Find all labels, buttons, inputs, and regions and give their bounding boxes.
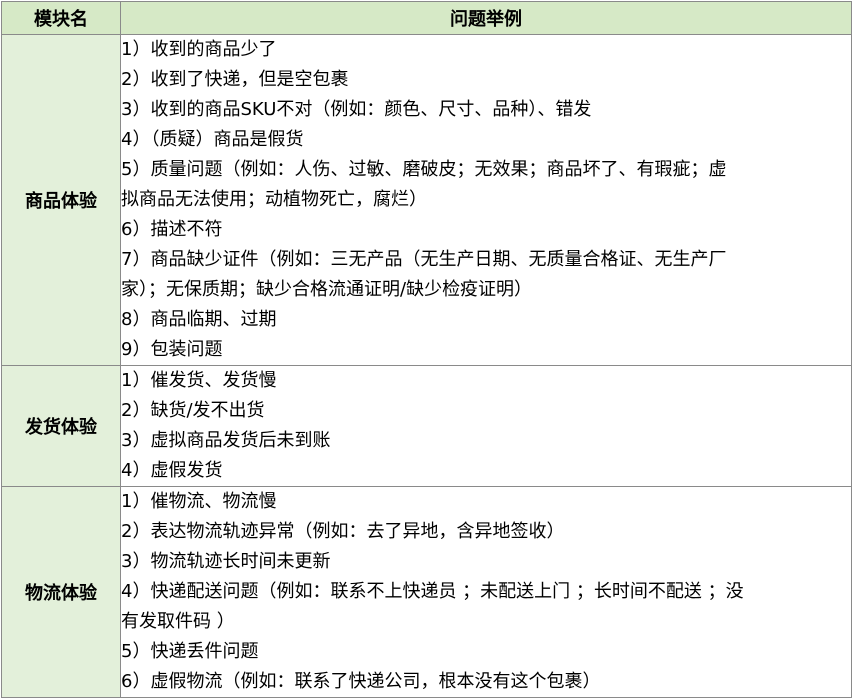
issue-line: 拟商品无法使用；动植物死亡，腐烂） bbox=[121, 189, 427, 210]
issue-line: 家）；无保质期；缺少合格流通证明/缺少检疫证明） bbox=[121, 279, 533, 300]
table-row: 物流体验 1）催物流、物流慢 2）表达物流轨迹异常（例如：去了异地，含异地签收）… bbox=[1, 486, 852, 698]
issue-line: 2）表达物流轨迹异常（例如：去了异地，含异地签收） bbox=[121, 521, 565, 542]
header-module: 模块名 bbox=[1, 1, 121, 35]
issue-line: 7）商品缺少证件（例如：三无产品（无生产日期、无质量合格证、无生产厂 bbox=[121, 249, 727, 270]
issue-line: 1）催发货、发货慢 bbox=[121, 370, 277, 391]
issue-line: 2）收到了快递，但是空包裹 bbox=[121, 69, 349, 90]
issue-line: 1）收到的商品少了 bbox=[121, 39, 277, 60]
module-cell-shipping: 发货体验 bbox=[1, 365, 121, 487]
problem-category-table: 模块名 问题举例 商品体验 1）收到的商品少了 2）收到了快递，但是空包裹 3）… bbox=[1, 1, 852, 698]
issue-line: 3）收到的商品SKU不对（例如：颜色、尺寸、品种）、错发 bbox=[121, 99, 592, 120]
issues-cell-logistics: 1）催物流、物流慢 2）表达物流轨迹异常（例如：去了异地，含异地签收） 3）物流… bbox=[120, 486, 852, 698]
issue-line: 1）催物流、物流慢 bbox=[121, 491, 277, 512]
issue-line: 3）物流轨迹长时间未更新 bbox=[121, 551, 331, 572]
issue-line: 2）缺货/发不出货 bbox=[121, 400, 265, 421]
issue-line: 6）描述不符 bbox=[121, 219, 223, 240]
table-row: 发货体验 1）催发货、发货慢 2）缺货/发不出货 3）虚拟商品发货后未到账 4）… bbox=[1, 365, 852, 487]
issue-line: 9）包装问题 bbox=[121, 339, 223, 360]
issue-line: 5）质量问题（例如：人伤、过敏、磨破皮；无效果；商品坏了、有瑕疵；虚 bbox=[121, 159, 727, 180]
issue-line: 8）商品临期、过期 bbox=[121, 309, 277, 330]
issue-line: 5）快递丢件问题 bbox=[121, 641, 259, 662]
issue-line: 4）虚假发货 bbox=[121, 460, 223, 481]
issue-line: 4）快递配送问题（例如：联系不上快递员 ；未配送上门 ；长时间不配送 ；没 bbox=[121, 581, 744, 602]
header-row: 模块名 问题举例 bbox=[1, 1, 852, 35]
issue-line: 3）虚拟商品发货后未到账 bbox=[121, 430, 331, 451]
module-cell-product: 商品体验 bbox=[1, 34, 121, 366]
issue-line: 有发取件码 ） bbox=[121, 611, 235, 632]
table-row: 商品体验 1）收到的商品少了 2）收到了快递，但是空包裹 3）收到的商品SKU不… bbox=[1, 34, 852, 366]
module-cell-logistics: 物流体验 bbox=[1, 486, 121, 698]
issues-cell-product: 1）收到的商品少了 2）收到了快递，但是空包裹 3）收到的商品SKU不对（例如：… bbox=[120, 34, 852, 366]
issues-cell-shipping: 1）催发货、发货慢 2）缺货/发不出货 3）虚拟商品发货后未到账 4）虚假发货 bbox=[120, 365, 852, 487]
header-issues: 问题举例 bbox=[120, 1, 852, 35]
issue-line: 4）（质疑）商品是假货 bbox=[121, 129, 304, 150]
issue-line: 6）虚假物流（例如：联系了快递公司，根本没有这个包裹） bbox=[121, 671, 601, 692]
